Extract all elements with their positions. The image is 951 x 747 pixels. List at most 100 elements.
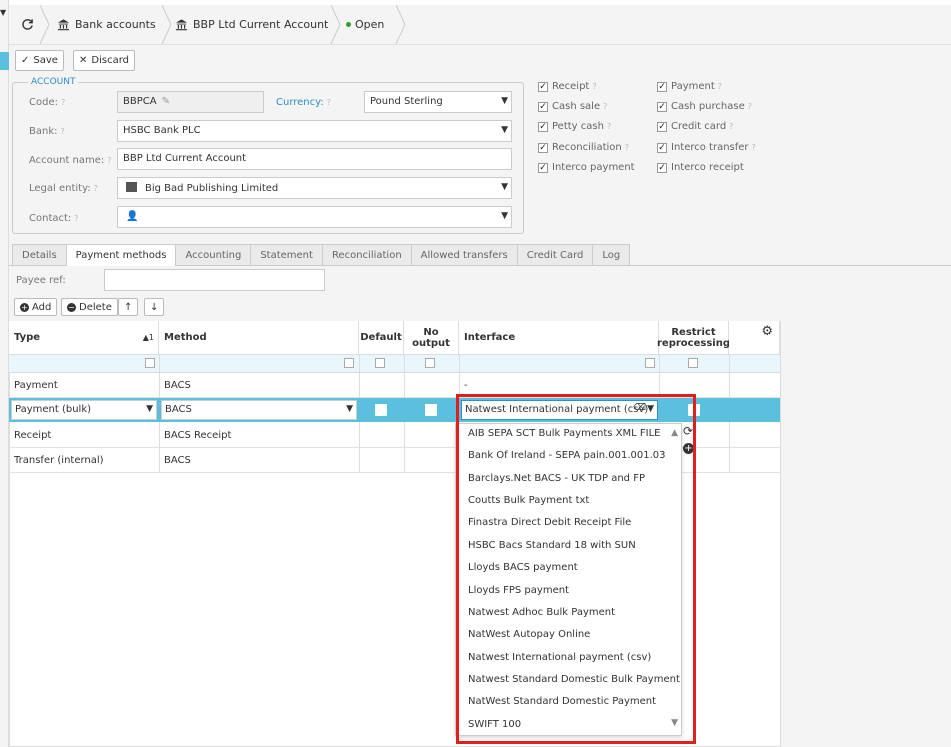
interco-transfer-checkbox[interactable]: ✓ Interco transfer? [657, 142, 756, 153]
interco-receipt-checkbox[interactable]: ✓ Interco receipt [657, 162, 744, 173]
refresh-button[interactable] [21, 5, 34, 44]
left-panel-selection [0, 52, 9, 70]
row-1-interface[interactable]: - [464, 380, 468, 391]
filter-toggle-icon[interactable] [375, 358, 385, 368]
tab-bar: Details Payment methods Accounting State… [12, 244, 631, 266]
default-checkbox[interactable] [375, 404, 387, 416]
arrow-up-icon: ↑ [124, 301, 133, 313]
bank-select[interactable]: HSBC Bank PLC ▼ [117, 120, 512, 142]
payee-ref-field[interactable] [104, 269, 325, 291]
contact-label: Contact:? [29, 213, 79, 224]
account-name-field[interactable]: BBP Ltd Current Account [117, 148, 512, 170]
row-1-method[interactable]: BACS [164, 380, 191, 391]
filter-toggle-icon[interactable] [688, 358, 698, 368]
move-up-button[interactable]: ↑ [118, 298, 139, 316]
breadcrumb-separator [395, 5, 406, 44]
edit-pencil-icon[interactable]: ✎ [162, 96, 170, 107]
receipt-checkbox[interactable]: ✓ Receipt? [538, 81, 597, 92]
filter-row [9, 354, 780, 373]
cash-purchase-checkbox[interactable]: ✓ Cash purchase? [657, 101, 752, 112]
filter-toggle-icon[interactable] [425, 358, 435, 368]
row-3-type[interactable]: Receipt [14, 430, 51, 441]
person-icon: 👤 [126, 211, 139, 222]
reconciliation-checkbox[interactable]: ✓ Reconciliation? [538, 142, 629, 153]
bank-label: Bank:? [29, 126, 65, 137]
row-1-type[interactable]: Payment [14, 380, 58, 391]
row-2-method-select[interactable]: BACS ▼ [161, 400, 357, 420]
checkbox-check-icon: ✓ [538, 121, 548, 132]
status-badge: Open [346, 5, 384, 44]
chevron-down-icon: ▼ [501, 96, 508, 106]
checkbox-check-icon: ✓ [657, 121, 667, 132]
legal-entity-select[interactable]: Big Bad Publishing Limited ▼ [117, 177, 512, 199]
checkbox-check-icon: ✓ [657, 81, 667, 92]
tab-details[interactable]: Details [12, 244, 67, 265]
breadcrumb-account[interactable]: BBP Ltd Current Account [175, 5, 328, 44]
save-label: Save [33, 55, 58, 66]
arrow-down-icon: ↓ [150, 301, 159, 313]
column-header-type[interactable]: Type ▲1 [9, 321, 159, 354]
column-header-restrict-reprocessing[interactable]: Restrict reprocessing [657, 321, 730, 354]
left-panel-strip [0, 0, 9, 747]
no-output-checkbox[interactable] [425, 404, 437, 416]
left-panel-arrow[interactable]: ▼ [0, 8, 6, 17]
row-4-type[interactable]: Transfer (internal) [14, 455, 104, 466]
account-legend: ACCOUNT [28, 77, 79, 87]
checkbox-check-icon: ✓ [538, 142, 548, 153]
chevron-down-icon: ▼ [346, 404, 353, 414]
grid-settings[interactable]: ⚙ [729, 321, 780, 354]
chevron-down-icon: ▼ [501, 182, 508, 192]
interco-payment-checkbox[interactable]: ✓ Interco payment [538, 162, 635, 173]
breadcrumb-separator [161, 5, 172, 44]
tab-log[interactable]: Log [592, 244, 631, 265]
payee-ref-label: Payee ref: [16, 275, 66, 286]
tab-accounting[interactable]: Accounting [175, 244, 252, 265]
add-button[interactable]: + Add [14, 298, 58, 316]
tab-allowed-transfers[interactable]: Allowed transfers [410, 244, 518, 265]
filter-popout-icon[interactable] [344, 358, 354, 368]
filter-popout-icon[interactable] [645, 358, 655, 368]
delete-label: Delete [79, 301, 112, 313]
refresh-icon [22, 19, 33, 30]
checkbox-check-icon: ✓ [538, 162, 548, 173]
check-icon: ✓ [21, 55, 30, 66]
tab-payment-methods[interactable]: Payment methods [65, 244, 177, 266]
delete-button[interactable]: − Delete [61, 298, 118, 316]
currency-select[interactable]: Pound Sterling ▼ [364, 91, 512, 113]
discard-button[interactable]: ✕ Discard [73, 50, 135, 71]
column-header-default[interactable]: Default [359, 321, 404, 354]
column-header-interface[interactable]: Interface [459, 321, 659, 354]
row-2-type-select[interactable]: Payment (bulk) ▼ [11, 400, 157, 420]
column-header-no-output[interactable]: No output [404, 321, 459, 354]
highlight-box [456, 394, 696, 744]
row-3-method[interactable]: BACS Receipt [164, 430, 231, 441]
filter-popout-icon[interactable] [145, 358, 155, 368]
breadcrumb-bank-accounts-label: Bank accounts [75, 18, 156, 31]
credit-card-checkbox[interactable]: ✓ Credit card? [657, 121, 733, 132]
gear-icon[interactable]: ⚙ [761, 324, 773, 339]
petty-cash-checkbox[interactable]: ✓ Petty cash? [538, 121, 611, 132]
move-down-button[interactable]: ↓ [144, 298, 165, 316]
checkbox-check-icon: ✓ [657, 142, 667, 153]
chevron-down-icon: ▼ [146, 404, 153, 414]
contact-select[interactable]: 👤 ▼ [117, 206, 512, 228]
chevron-down-icon: ▼ [501, 125, 508, 135]
tab-statement[interactable]: Statement [250, 244, 323, 265]
breadcrumb-separator [330, 5, 341, 44]
code-field[interactable]: BBPCA ✎ [117, 91, 264, 113]
status-label: Open [355, 18, 385, 31]
save-button[interactable]: ✓ Save [15, 50, 64, 71]
sort-ascending-icon[interactable]: ▲1 [143, 333, 154, 342]
bank-icon [57, 19, 70, 31]
currency-label: Currency:? [276, 97, 331, 108]
tab-credit-card[interactable]: Credit Card [516, 244, 594, 265]
checkbox-check-icon: ✓ [657, 162, 667, 173]
cash-sale-checkbox[interactable]: ✓ Cash sale? [538, 101, 607, 112]
payment-checkbox[interactable]: ✓ Payment? [657, 81, 722, 92]
column-header-method[interactable]: Method [159, 321, 359, 354]
breadcrumb-separator [39, 5, 50, 44]
breadcrumb-bank-accounts[interactable]: Bank accounts [57, 5, 156, 44]
row-4-method[interactable]: BACS [164, 455, 191, 466]
bank-icon [175, 19, 188, 31]
tab-reconciliation[interactable]: Reconciliation [321, 244, 412, 265]
